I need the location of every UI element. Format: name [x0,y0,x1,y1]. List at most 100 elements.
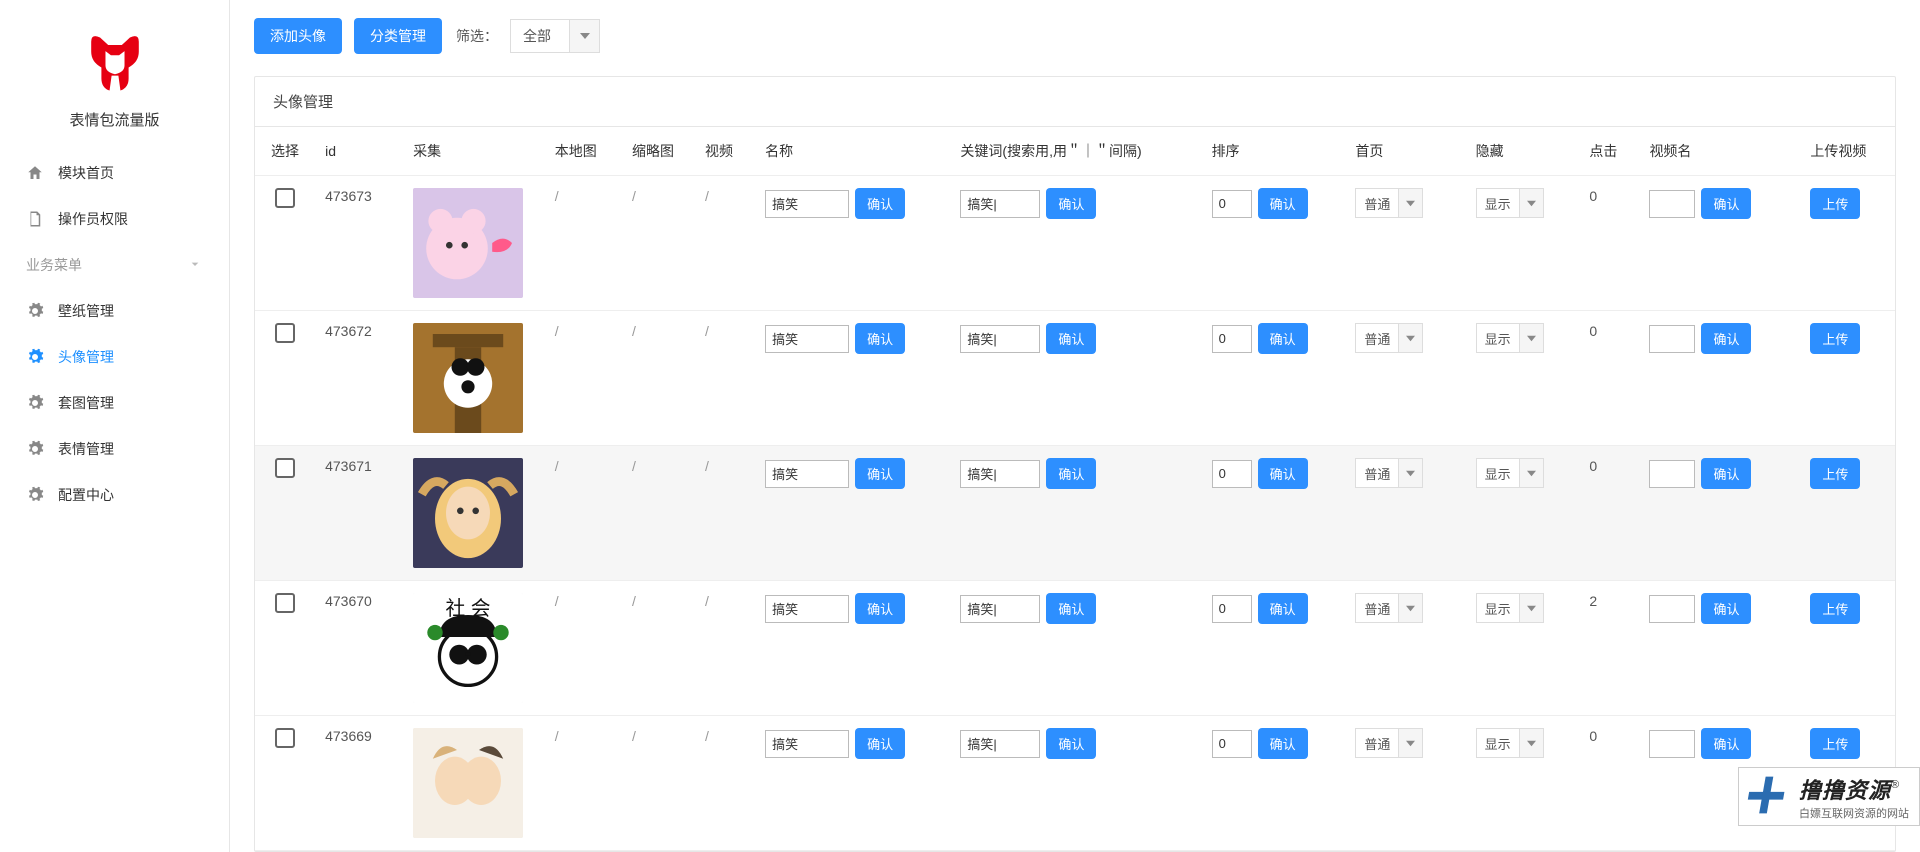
sort-confirm-button[interactable]: 确认 [1258,728,1308,759]
hide-select[interactable]: 显示 [1476,728,1544,758]
hide-select[interactable]: 显示 [1476,458,1544,488]
upload-button[interactable]: 上传 [1810,458,1860,489]
sidebar-item-0[interactable]: 壁纸管理 [0,288,229,334]
sort-confirm-button[interactable]: 确认 [1258,188,1308,219]
row-checkbox[interactable] [275,458,295,478]
category-manage-button[interactable]: 分类管理 [354,18,442,54]
video-name-confirm-button[interactable]: 确认 [1701,728,1751,759]
th-yincang: 隐藏 [1466,127,1580,176]
cell-id: 473672 [315,311,403,446]
keyword-confirm-button[interactable]: 确认 [1046,458,1096,489]
home-select[interactable]: 普通 [1355,323,1423,353]
th-dianji: 点击 [1579,127,1639,176]
keyword-confirm-button[interactable]: 确认 [1046,728,1096,759]
video-name-input[interactable] [1649,730,1695,758]
sort-input[interactable] [1212,325,1252,353]
upload-button[interactable]: 上传 [1810,593,1860,624]
sort-confirm-button[interactable]: 确认 [1258,323,1308,354]
name-input[interactable] [765,190,849,218]
avatar-thumbnail[interactable] [413,728,523,838]
sort-input[interactable] [1212,190,1252,218]
hide-select[interactable]: 显示 [1476,593,1544,623]
sort-confirm-button[interactable]: 确认 [1258,593,1308,624]
cell-local: / [545,311,622,446]
home-select[interactable]: 普通 [1355,728,1423,758]
name-input[interactable] [765,730,849,758]
sidebar-item-3[interactable]: 表情管理 [0,426,229,472]
upload-button[interactable]: 上传 [1810,728,1860,759]
row-checkbox[interactable] [275,323,295,343]
row-checkbox[interactable] [275,593,295,613]
video-name-confirm-button[interactable]: 确认 [1701,323,1751,354]
keyword-confirm-button[interactable]: 确认 [1046,188,1096,219]
name-confirm-button[interactable]: 确认 [855,593,905,624]
add-avatar-button[interactable]: 添加头像 [254,18,342,54]
keyword-confirm-button[interactable]: 确认 [1046,593,1096,624]
menu-section-header[interactable]: 业务菜单 [0,242,229,288]
name-confirm-button[interactable]: 确认 [855,458,905,489]
keyword-input[interactable] [960,190,1040,218]
filter-value: 全部 [511,26,569,46]
filter-select[interactable]: 全部 [510,19,600,53]
menu-home[interactable]: 模块首页 [0,150,229,196]
video-name-confirm-button[interactable]: 确认 [1701,593,1751,624]
keyword-input[interactable] [960,730,1040,758]
keyword-input[interactable] [960,595,1040,623]
watermark-reg: ® [1891,779,1899,791]
cell-clicks: 0 [1579,311,1639,446]
video-name-input[interactable] [1649,325,1695,353]
sort-input[interactable] [1212,460,1252,488]
avatar-thumbnail[interactable] [413,458,523,568]
sort-input[interactable] [1212,595,1252,623]
name-input[interactable] [765,595,849,623]
panel-title: 头像管理 [255,77,1895,127]
hide-select[interactable]: 显示 [1476,323,1544,353]
home-select[interactable]: 普通 [1355,188,1423,218]
gear-icon [26,302,44,320]
cell-video: / [695,716,755,851]
gear-icon [26,348,44,366]
brand-name: 表情包流量版 [0,109,229,150]
name-input[interactable] [765,325,849,353]
sidebar-item-1[interactable]: 头像管理 [0,334,229,380]
hide-select[interactable]: 显示 [1476,188,1544,218]
name-confirm-button[interactable]: 确认 [855,188,905,219]
sidebar-item-4[interactable]: 配置中心 [0,472,229,518]
keyword-input[interactable] [960,460,1040,488]
cell-local: / [545,581,622,716]
th-shipinming: 视频名 [1639,127,1800,176]
video-name-input[interactable] [1649,595,1695,623]
avatar-thumbnail[interactable]: 社 会 [413,593,523,703]
sort-input[interactable] [1212,730,1252,758]
keyword-input[interactable] [960,325,1040,353]
menu-operator[interactable]: 操作员权限 [0,196,229,242]
sort-confirm-button[interactable]: 确认 [1258,458,1308,489]
th-upload: 上传视频 [1800,127,1895,176]
toolbar: 添加头像 分类管理 筛选： 全部 [254,18,1896,54]
cell-local: / [545,716,622,851]
avatar-thumbnail[interactable] [413,323,523,433]
watermark-title: 撸撸资源 [1799,778,1891,803]
th-shipin: 视频 [695,127,755,176]
sidebar-item-label: 配置中心 [58,485,114,505]
watermark-sub: 白嫖互联网资源的网站 [1799,805,1909,821]
row-checkbox[interactable] [275,728,295,748]
home-select[interactable]: 普通 [1355,458,1423,488]
name-confirm-button[interactable]: 确认 [855,323,905,354]
cell-id: 473673 [315,176,403,311]
section-label: 业务菜单 [26,255,82,275]
home-select[interactable]: 普通 [1355,593,1423,623]
upload-button[interactable]: 上传 [1810,188,1860,219]
name-input[interactable] [765,460,849,488]
video-name-input[interactable] [1649,460,1695,488]
avatar-thumbnail[interactable] [413,188,523,298]
video-name-input[interactable] [1649,190,1695,218]
row-checkbox[interactable] [275,188,295,208]
upload-button[interactable]: 上传 [1810,323,1860,354]
video-name-confirm-button[interactable]: 确认 [1701,188,1751,219]
video-name-confirm-button[interactable]: 确认 [1701,458,1751,489]
keyword-confirm-button[interactable]: 确认 [1046,323,1096,354]
cell-clicks: 0 [1579,176,1639,311]
name-confirm-button[interactable]: 确认 [855,728,905,759]
sidebar-item-2[interactable]: 套图管理 [0,380,229,426]
